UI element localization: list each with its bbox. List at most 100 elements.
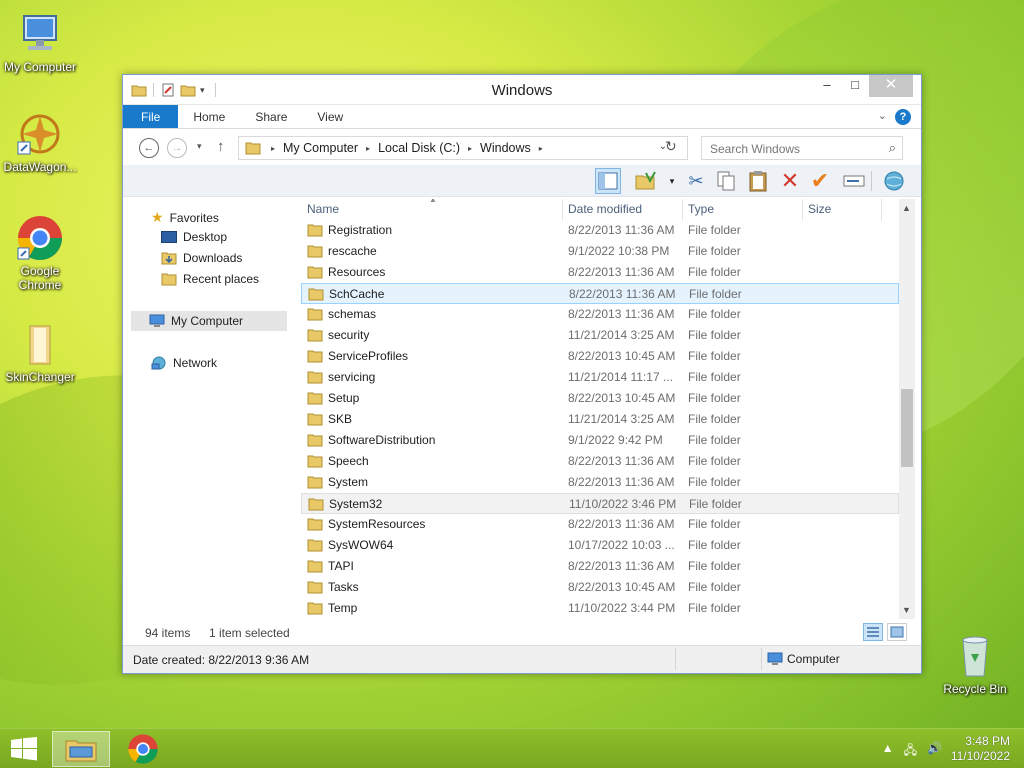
nav-recent-places[interactable]: Recent places bbox=[161, 272, 259, 286]
file-row[interactable]: Tasks 8/22/2013 10:45 AM File folder bbox=[301, 577, 899, 598]
breadcrumb-my-computer[interactable]: My Computer bbox=[279, 141, 362, 155]
desktop-icon-my-computer[interactable]: My Computer bbox=[0, 10, 80, 74]
recent-locations-dropdown[interactable]: ▾ bbox=[197, 141, 202, 152]
folder-icon bbox=[307, 245, 323, 258]
forward-button[interactable]: → bbox=[167, 138, 187, 158]
file-row[interactable]: TAPI 8/22/2013 11:36 AM File folder bbox=[301, 556, 899, 577]
show-hidden-icons-icon[interactable]: ▲ bbox=[882, 741, 894, 762]
tab-home[interactable]: Home bbox=[178, 105, 240, 128]
file-row[interactable]: System32 11/10/2022 3:46 PM File folder bbox=[301, 493, 899, 514]
breadcrumb-separator[interactable]: ▸ bbox=[464, 144, 476, 153]
checkmark-icon[interactable]: ✔ bbox=[807, 168, 833, 194]
tab-view[interactable]: View bbox=[302, 105, 358, 128]
taskbar-file-explorer[interactable] bbox=[52, 731, 110, 767]
scrollbar-thumb[interactable] bbox=[901, 389, 913, 467]
file-row[interactable]: rescache 9/1/2022 10:38 PM File folder bbox=[301, 241, 899, 262]
scroll-down-icon[interactable]: ▼ bbox=[902, 605, 911, 615]
breadcrumb-separator[interactable]: ▸ bbox=[535, 144, 547, 153]
help-button[interactable]: ? bbox=[895, 109, 911, 125]
title-bar[interactable]: ▾ Windows – □ ✕ bbox=[123, 75, 921, 105]
column-header-size[interactable]: Size bbox=[808, 202, 831, 216]
file-row[interactable]: servicing 11/21/2014 11:17 ... File folder bbox=[301, 367, 899, 388]
file-row[interactable]: security 11/21/2014 3:25 AM File folder bbox=[301, 325, 899, 346]
file-row[interactable]: Resources 8/22/2013 11:36 AM File folder bbox=[301, 262, 899, 283]
nav-desktop[interactable]: Desktop bbox=[161, 230, 227, 244]
folder-icon bbox=[307, 329, 323, 342]
paste-button[interactable] bbox=[745, 168, 771, 194]
file-row[interactable]: Setup 8/22/2013 10:45 AM File folder bbox=[301, 388, 899, 409]
file-name: SoftwareDistribution bbox=[328, 433, 436, 447]
file-row[interactable]: SKB 11/21/2014 3:25 AM File folder bbox=[301, 409, 899, 430]
nav-downloads[interactable]: Downloads bbox=[161, 251, 242, 265]
column-divider[interactable] bbox=[881, 199, 882, 221]
desktop-icon-label: Recycle Bin bbox=[943, 682, 1007, 696]
desktop-icon-datawagon[interactable]: DataWagon... bbox=[0, 110, 80, 174]
column-divider[interactable] bbox=[562, 199, 563, 221]
file-name: SysWOW64 bbox=[328, 538, 394, 552]
file-row[interactable]: Temp 11/10/2022 3:44 PM File folder bbox=[301, 598, 899, 619]
network-status-icon[interactable]: 🖧 bbox=[904, 741, 917, 762]
minimize-button[interactable]: – bbox=[813, 75, 841, 97]
address-bar[interactable]: ▸ My Computer ▸ Local Disk (C:) ▸ Window… bbox=[238, 136, 688, 160]
file-row[interactable]: Speech 8/22/2013 11:36 AM File folder bbox=[301, 451, 899, 472]
desktop-icon-recycle-bin[interactable]: Recycle Bin bbox=[935, 632, 1015, 696]
breadcrumb-local-disk[interactable]: Local Disk (C:) bbox=[374, 141, 464, 155]
tab-file[interactable]: File bbox=[123, 105, 179, 128]
window-controls: – □ ✕ bbox=[813, 75, 913, 97]
paste-icon bbox=[749, 171, 767, 192]
folder-options-button[interactable] bbox=[633, 168, 659, 194]
preview-pane-button[interactable] bbox=[595, 168, 621, 194]
file-row[interactable]: SystemResources 8/22/2013 11:36 AM File fo… bbox=[301, 514, 899, 535]
desktop-icon-google-chrome[interactable]: Google Chrome bbox=[0, 214, 80, 292]
delete-icon[interactable]: ✕ bbox=[777, 168, 803, 194]
file-date-modified: 11/10/2022 3:44 PM bbox=[568, 601, 676, 615]
file-row[interactable]: System 8/22/2013 11:36 AM File folder bbox=[301, 472, 899, 493]
globe-icon bbox=[884, 171, 904, 191]
vertical-scrollbar[interactable]: ▲ ▼ bbox=[899, 199, 915, 619]
file-date-modified: 11/21/2014 3:25 AM bbox=[568, 412, 675, 426]
refresh-icon[interactable]: ↻ bbox=[665, 138, 677, 155]
scroll-up-icon[interactable]: ▲ bbox=[902, 203, 911, 213]
nav-network[interactable]: Network bbox=[151, 356, 217, 370]
cut-icon[interactable]: ✂ bbox=[683, 168, 709, 194]
chrome-icon bbox=[16, 214, 64, 262]
column-divider[interactable] bbox=[802, 199, 803, 221]
expand-ribbon-icon[interactable]: ⌄ bbox=[878, 109, 887, 122]
volume-icon[interactable]: 🔊 bbox=[927, 741, 942, 762]
start-button[interactable] bbox=[10, 737, 38, 761]
file-row[interactable]: SoftwareDistribution 9/1/2022 9:42 PM File… bbox=[301, 430, 899, 451]
taskbar-chrome[interactable] bbox=[114, 731, 172, 767]
column-header-date[interactable]: Date modified bbox=[568, 202, 642, 216]
file-explorer-icon bbox=[65, 740, 97, 762]
file-name: TAPI bbox=[328, 559, 354, 573]
breadcrumb-separator[interactable]: ▸ bbox=[362, 144, 374, 153]
column-divider[interactable] bbox=[682, 199, 683, 221]
copy-button[interactable] bbox=[713, 168, 739, 194]
file-row[interactable]: ServiceProfiles 8/22/2013 10:45 AM File fo… bbox=[301, 346, 899, 367]
file-row[interactable]: SysWOW64 10/17/2022 10:03 ... File folder bbox=[301, 535, 899, 556]
breadcrumb-windows[interactable]: Windows bbox=[476, 141, 535, 155]
file-row[interactable]: Registration 8/22/2013 11:36 AM File folde… bbox=[301, 220, 899, 241]
maximize-button[interactable]: □ bbox=[841, 75, 869, 97]
details-view-button[interactable] bbox=[863, 623, 883, 641]
clock[interactable]: 3:48 PM 11/10/2022 bbox=[951, 734, 1010, 764]
nav-favorites[interactable]: ★ Favorites bbox=[151, 209, 219, 226]
breadcrumb-separator[interactable]: ▸ bbox=[267, 144, 279, 153]
file-row[interactable]: SchCache 8/22/2013 11:36 AM File folder bbox=[301, 283, 899, 304]
folder-options-dropdown-icon[interactable]: ▾ bbox=[659, 168, 685, 194]
large-icons-view-button[interactable] bbox=[887, 623, 907, 641]
column-header-type[interactable]: Type bbox=[688, 202, 714, 216]
column-header-name[interactable]: Name bbox=[307, 202, 339, 216]
back-button[interactable]: ← bbox=[139, 138, 159, 158]
up-button[interactable]: ↑ bbox=[217, 138, 225, 155]
folder-icon bbox=[245, 142, 261, 155]
nav-my-computer[interactable]: My Computer bbox=[131, 311, 287, 331]
rename-button[interactable] bbox=[841, 168, 867, 194]
search-input[interactable]: Search Windows ⌕ bbox=[701, 136, 903, 160]
file-date-modified: 9/1/2022 10:38 PM bbox=[568, 244, 670, 258]
globe-button[interactable] bbox=[881, 168, 907, 194]
desktop-icon-skinchanger[interactable]: SkinChanger bbox=[0, 320, 80, 384]
close-button[interactable]: ✕ bbox=[869, 75, 913, 97]
tab-share[interactable]: Share bbox=[240, 105, 302, 128]
file-row[interactable]: schemas 8/22/2013 11:36 AM File folder bbox=[301, 304, 899, 325]
